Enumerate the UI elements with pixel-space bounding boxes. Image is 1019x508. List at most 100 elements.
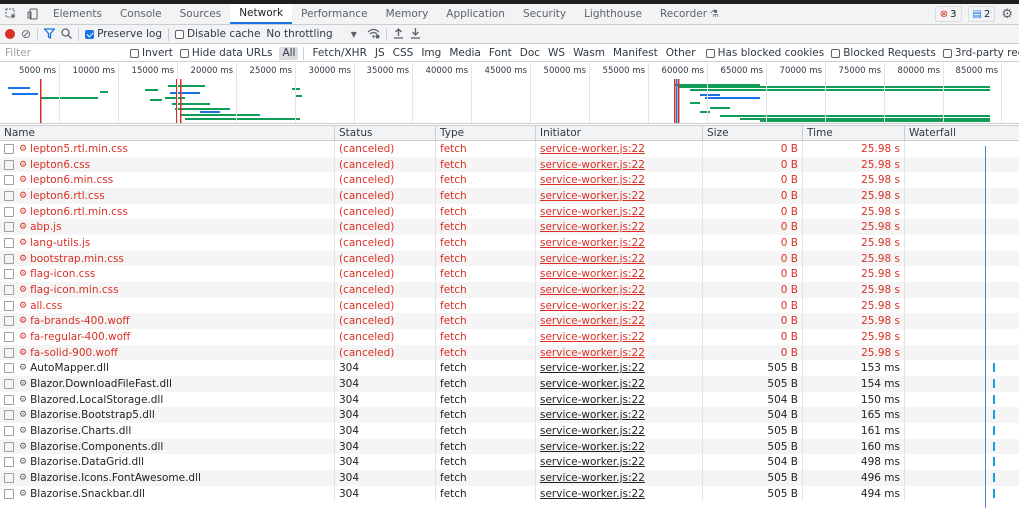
table-row[interactable]: ⚙ Blazored.LocalStorage.dll 304 fetch servic… <box>0 391 1019 408</box>
tab-sources[interactable]: Sources <box>171 4 231 24</box>
request-name: fa-brands-400.woff <box>30 315 130 328</box>
export-har-icon[interactable] <box>410 27 421 41</box>
invert-checkbox[interactable]: Invert <box>130 47 173 59</box>
header-size[interactable]: Size <box>703 126 803 140</box>
initiator-link[interactable]: service-worker.js:22 <box>540 284 645 296</box>
tab-elements[interactable]: Elements <box>44 4 111 24</box>
table-row[interactable]: ⚙ lepton6.rtl.min.css (canceled) fetch servi… <box>0 203 1019 220</box>
header-name[interactable]: Name <box>0 126 335 140</box>
error-count-badge[interactable]: ⊗ 3 <box>934 6 962 22</box>
table-row[interactable]: ⚙ fa-brands-400.woff (canceled) fetch servic… <box>0 313 1019 330</box>
disable-cache-checkbox[interactable]: Disable cache <box>175 28 260 40</box>
type-filter-js[interactable]: JS <box>372 47 388 60</box>
table-row[interactable]: ⚙ Blazorise.Charts.dll 304 fetch service-wor… <box>0 423 1019 439</box>
inspect-icon[interactable] <box>0 4 22 24</box>
tab-application[interactable]: Application <box>437 4 514 24</box>
initiator-link[interactable]: service-worker.js:22 <box>540 237 645 249</box>
network-conditions-icon[interactable] <box>367 28 380 41</box>
search-icon[interactable] <box>61 27 73 41</box>
table-row[interactable]: ⚙ Blazorise.DataGrid.dll 304 fetch service-w… <box>0 454 1019 471</box>
type-filter-fetch-xhr[interactable]: Fetch/XHR <box>309 47 369 60</box>
hide-data-urls-checkbox[interactable]: Hide data URLs <box>179 47 272 59</box>
initiator-link[interactable]: service-worker.js:22 <box>540 206 645 218</box>
table-row[interactable]: ⚙ all.css (canceled) fetch service-worker.js… <box>0 297 1019 314</box>
table-row[interactable]: ⚙ Blazorise.Icons.FontAwesome.dll 304 fetch… <box>0 470 1019 486</box>
tab-memory[interactable]: Memory <box>377 4 438 24</box>
table-row[interactable]: ⚙ lepton6.css (canceled) fetch service-worke… <box>0 156 1019 173</box>
initiator-link[interactable]: service-worker.js:22 <box>540 221 645 233</box>
initiator-link[interactable]: service-worker.js:22 <box>540 174 645 186</box>
gear-icon[interactable]: ⚙ <box>1001 7 1013 22</box>
type-filter-img[interactable]: Img <box>418 47 444 60</box>
has-blocked-cookies-checkbox[interactable]: Has blocked cookies <box>705 47 824 59</box>
table-row[interactable]: ⚙ lepton6.min.css (canceled) fetch service-w… <box>0 172 1019 189</box>
header-waterfall[interactable]: Waterfall <box>905 126 1019 140</box>
network-overview-timeline[interactable]: 5000 ms 10000 ms 15000 ms 20000 ms 25000 ms 3… <box>0 63 1019 124</box>
tab-lighthouse[interactable]: Lighthouse <box>575 4 651 24</box>
initiator-link[interactable]: service-worker.js:22 <box>540 190 645 202</box>
throttling-select[interactable]: No throttling ▼ <box>266 28 356 40</box>
tab-console[interactable]: Console <box>111 4 171 24</box>
type-filter-all[interactable]: All <box>279 46 299 60</box>
header-initiator[interactable]: Initiator <box>536 126 703 140</box>
type-filter-font[interactable]: Font <box>486 47 515 60</box>
type-filter-doc[interactable]: Doc <box>517 47 543 60</box>
initiator-link[interactable]: service-worker.js:22 <box>540 268 645 280</box>
message-count-badge[interactable]: ▤ 2 <box>967 6 996 22</box>
initiator-link[interactable]: service-worker.js:22 <box>540 394 645 406</box>
initiator-link[interactable]: service-worker.js:22 <box>540 143 645 155</box>
table-row[interactable]: ⚙ lang-utils.js (canceled) fetch service-wor… <box>0 235 1019 251</box>
table-row[interactable]: ⚙ flag-icon.css (canceled) fetch service-wor… <box>0 266 1019 283</box>
filter-icon[interactable] <box>43 27 57 41</box>
tab-security[interactable]: Security <box>514 4 575 24</box>
initiator-link[interactable]: service-worker.js:22 <box>540 347 645 359</box>
third-party-checkbox[interactable]: 3rd-party requests <box>942 47 1019 59</box>
table-row[interactable]: ⚙ Blazorise.Bootstrap5.dll 304 fetch service… <box>0 407 1019 424</box>
type-filter-wasm[interactable]: Wasm <box>570 47 608 60</box>
initiator-link[interactable]: service-worker.js:22 <box>540 362 645 374</box>
table-row[interactable]: ⚙ lepton5.rtl.min.css (canceled) fetch servi… <box>0 141 1019 157</box>
table-row[interactable]: ⚙ AutoMapper.dll 304 fetch service-worker.js… <box>0 360 1019 377</box>
initiator-link[interactable]: service-worker.js:22 <box>540 441 645 453</box>
table-row[interactable]: ⚙ Blazorise.Components.dll 304 fetch service… <box>0 438 1019 455</box>
blocked-requests-checkbox[interactable]: Blocked Requests <box>831 47 936 59</box>
table-row[interactable]: ⚙ fa-solid-900.woff (canceled) fetch service… <box>0 344 1019 361</box>
initiator-link[interactable]: service-worker.js:22 <box>540 159 645 171</box>
import-har-icon[interactable] <box>393 27 404 41</box>
type-filter-media[interactable]: Media <box>446 47 484 60</box>
type-filter-css[interactable]: CSS <box>390 47 417 60</box>
initiator-link[interactable]: service-worker.js:22 <box>540 488 645 500</box>
tab-network[interactable]: Network <box>230 4 293 24</box>
header-status[interactable]: Status <box>335 126 436 140</box>
filter-input[interactable] <box>5 46 123 60</box>
clear-icon[interactable]: ⊘ <box>21 28 31 40</box>
initiator-link[interactable]: service-worker.js:22 <box>540 315 645 327</box>
table-row[interactable]: ⚙ abp.js (canceled) fetch service-worker.js:… <box>0 219 1019 236</box>
table-row[interactable]: ⚙ lepton6.rtl.css (canceled) fetch service-w… <box>0 188 1019 204</box>
table-row[interactable]: ⚙ fa-regular-400.woff (canceled) fetch servi… <box>0 329 1019 345</box>
table-row[interactable]: ⚙ flag-icon.min.css (canceled) fetch service… <box>0 282 1019 298</box>
device-toolbar-icon[interactable] <box>22 4 44 24</box>
type-filter-other[interactable]: Other <box>663 47 699 60</box>
cell-waterfall <box>905 282 1019 298</box>
table-row[interactable]: ⚙ Blazor.DownloadFileFast.dll 304 fetch serv… <box>0 376 1019 392</box>
initiator-link[interactable]: service-worker.js:22 <box>540 472 645 484</box>
initiator-link[interactable]: service-worker.js:22 <box>540 378 645 390</box>
initiator-link[interactable]: service-worker.js:22 <box>540 409 645 421</box>
initiator-link[interactable]: service-worker.js:22 <box>540 331 645 343</box>
type-filter-ws[interactable]: WS <box>545 47 568 60</box>
initiator-link[interactable]: service-worker.js:22 <box>540 300 645 312</box>
header-time[interactable]: Time <box>803 126 905 140</box>
record-icon[interactable] <box>5 29 15 39</box>
cell-initiator: service-worker.js:22 <box>536 485 703 502</box>
initiator-link[interactable]: service-worker.js:22 <box>540 456 645 468</box>
tab-recorder[interactable]: Recorder <box>651 4 716 24</box>
preserve-log-checkbox[interactable]: Preserve log <box>85 28 162 40</box>
type-filter-manifest[interactable]: Manifest <box>610 47 661 60</box>
table-row[interactable]: ⚙ bootstrap.min.css (canceled) fetch service… <box>0 250 1019 267</box>
initiator-link[interactable]: service-worker.js:22 <box>540 253 645 265</box>
header-type[interactable]: Type <box>436 126 536 140</box>
initiator-link[interactable]: service-worker.js:22 <box>540 425 645 437</box>
tab-performance[interactable]: Performance <box>292 4 377 24</box>
table-row[interactable]: ⚙ Blazorise.Snackbar.dll 304 fetch service-w… <box>0 485 1019 502</box>
